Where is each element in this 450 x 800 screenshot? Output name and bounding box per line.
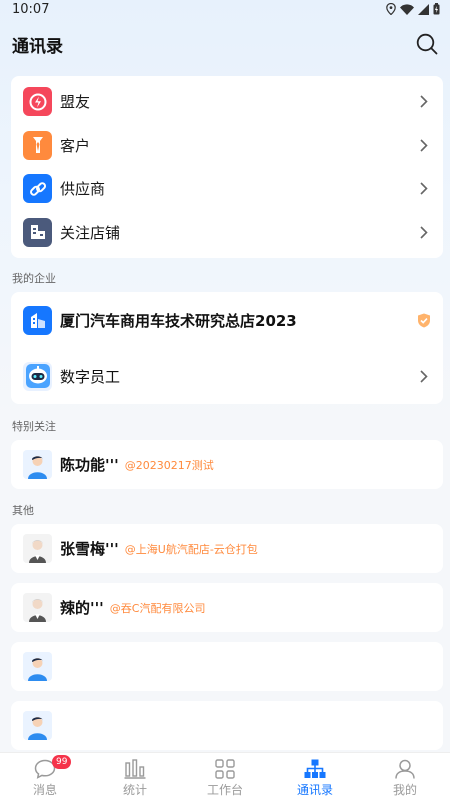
menu-item-supplier[interactable]: 供应商: [11, 167, 443, 211]
chevron-right-icon: [417, 95, 431, 109]
page-title: 通讯录: [12, 36, 63, 57]
digital-staff-item[interactable]: 数字员工: [11, 348, 443, 404]
contact-name: 张雪梅''': [60, 540, 119, 558]
unread-badge: 99: [52, 755, 72, 769]
header: 通讯录: [0, 18, 450, 70]
store-icon: [23, 217, 52, 247]
contact-item[interactable]: [11, 701, 443, 750]
tab-label: 统计: [122, 783, 147, 797]
digital-staff-label: 数字员工: [60, 367, 121, 386]
contacts-menu: 盟友 客户 供应商 关注店铺: [11, 76, 443, 258]
chevron-right-icon: [417, 138, 431, 152]
contact-item[interactable]: 陈功能''' @20230217测试: [11, 440, 443, 489]
avatar: [23, 652, 52, 681]
chevron-right-icon: [417, 225, 431, 239]
avatar: [23, 534, 52, 563]
verified-shield-icon: [418, 313, 430, 327]
company-icon: [23, 305, 52, 335]
contact-item[interactable]: 张雪梅''' @上海U航汽配店-云仓打包: [11, 524, 443, 573]
search-icon: [416, 33, 438, 55]
contact-company-tag: @吞C汽配有限公司: [109, 601, 206, 615]
chevron-right-icon: [417, 369, 431, 383]
section-label-special: 特别关注: [12, 420, 56, 433]
customer-icon: [23, 130, 52, 160]
wifi-icon: [400, 3, 414, 15]
avatar: [23, 450, 52, 479]
ally-icon: [23, 87, 52, 117]
enterprise-company-item[interactable]: 厦门汽车商用车技术研究总店2023: [11, 292, 443, 348]
org-chart-icon: [304, 759, 326, 778]
menu-item-ally[interactable]: 盟友: [11, 80, 443, 124]
contact-item[interactable]: [11, 642, 443, 691]
avatar: [23, 711, 52, 740]
grid-icon: [215, 759, 235, 779]
tab-statistics[interactable]: 统计: [90, 753, 180, 800]
user-icon: [395, 759, 415, 779]
company-name: 厦门汽车商用车技术研究总店2023: [60, 311, 297, 330]
menu-item-customer[interactable]: 客户: [11, 124, 443, 168]
search-button[interactable]: [414, 31, 440, 57]
tab-mine[interactable]: 我的: [360, 753, 450, 800]
tab-workbench[interactable]: 工作台: [180, 753, 270, 800]
section-label-my-enterprise: 我的企业: [12, 272, 56, 285]
chevron-right-icon: [417, 182, 431, 196]
tab-label: 工作台: [206, 783, 243, 797]
bottom-tab-bar: 99 消息 统计 工作台 通讯录 我的: [0, 752, 450, 800]
contact-name: 陈功能''': [60, 456, 119, 474]
status-time: 10:07: [12, 1, 50, 17]
tab-label: 我的: [392, 783, 417, 797]
menu-item-label: 盟友: [60, 93, 91, 112]
tab-label: 通讯录: [296, 783, 333, 797]
contact-item[interactable]: 辣的''' @吞C汽配有限公司: [11, 583, 443, 632]
contact-company-tag: @20230217测试: [124, 458, 214, 472]
battery-icon: [433, 3, 440, 15]
menu-item-label: 关注店铺: [60, 223, 121, 242]
supplier-link-icon: [23, 174, 52, 204]
tab-label: 消息: [32, 783, 57, 797]
bar-chart-icon: [124, 759, 146, 779]
signal-icon: [418, 3, 429, 15]
status-bar: 10:07: [0, 0, 450, 18]
enterprise-card: 厦门汽车商用车技术研究总店2023 数字员工: [11, 292, 443, 404]
avatar: [23, 593, 52, 622]
menu-item-label: 供应商: [60, 180, 106, 199]
robot-icon: [23, 361, 52, 391]
tab-contacts[interactable]: 通讯录: [270, 753, 360, 800]
contact-name: 辣的''': [60, 599, 104, 617]
section-label-others: 其他: [12, 504, 34, 517]
status-icons: [386, 3, 440, 15]
menu-item-followed-stores[interactable]: 关注店铺: [11, 211, 443, 255]
contact-company-tag: @上海U航汽配店-云仓打包: [124, 542, 258, 556]
tab-messages[interactable]: 99 消息: [0, 753, 90, 800]
location-icon: [386, 3, 396, 15]
menu-item-label: 客户: [60, 136, 91, 155]
